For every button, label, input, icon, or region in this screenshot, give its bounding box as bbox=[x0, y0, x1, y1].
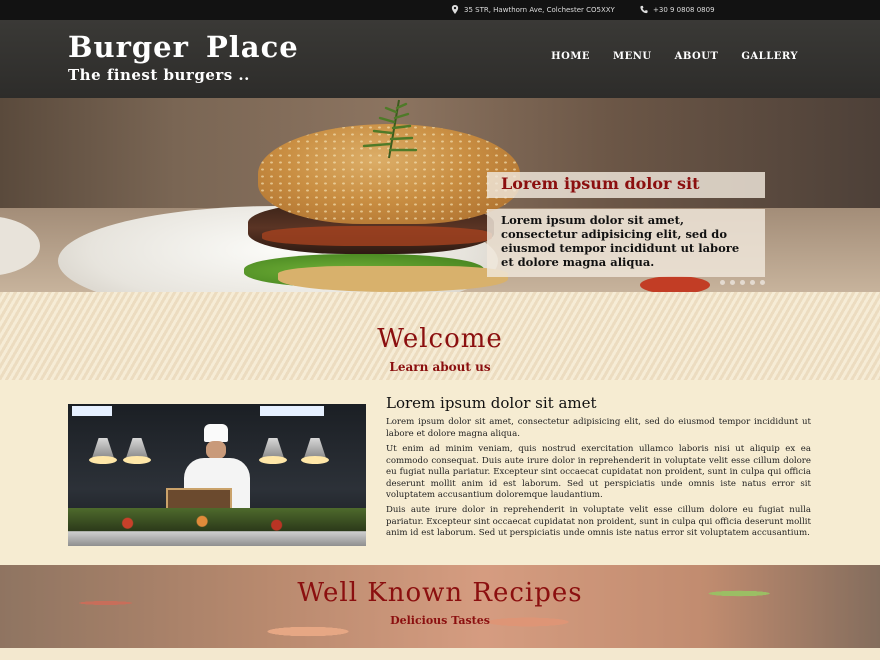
lamp-glow bbox=[301, 456, 329, 464]
article-title: Lorem ipsum dolor sit amet bbox=[386, 394, 597, 412]
article-paragraph: Ut enim ad minim veniam, quis nostrud ex… bbox=[386, 444, 811, 500]
recipes-title: Well Known Recipes bbox=[297, 578, 583, 608]
slider-dots bbox=[720, 280, 765, 285]
welcome-title: Welcome bbox=[377, 324, 503, 354]
lamp-glow bbox=[259, 456, 287, 464]
hero-slider[interactable]: Lorem ipsum dolor sit Lorem ipsum dolor … bbox=[0, 98, 880, 292]
nav-gallery[interactable]: GALLERY bbox=[741, 51, 798, 62]
heat-lamp bbox=[126, 438, 148, 458]
phone-icon bbox=[640, 5, 648, 14]
bottom-strip bbox=[0, 648, 880, 660]
burger-bacon bbox=[262, 226, 492, 246]
article-paragraph: Duis aute irure dolor in reprehenderit i… bbox=[386, 505, 811, 538]
address-item: 35 STR, Hawthorn Ave, Colchester CO5XXY bbox=[451, 5, 615, 14]
heat-lamp bbox=[262, 438, 284, 458]
hero-caption-title: Lorem ipsum dolor sit bbox=[501, 174, 700, 193]
address-text: 35 STR, Hawthorn Ave, Colchester CO5XXY bbox=[464, 5, 615, 14]
main-nav: HOME MENU ABOUT GALLERY bbox=[551, 51, 798, 62]
heat-lamp bbox=[304, 438, 326, 458]
map-pin-icon bbox=[451, 5, 459, 14]
rosemary-garnish bbox=[362, 99, 418, 159]
nav-home[interactable]: HOME bbox=[551, 51, 590, 62]
slider-dot[interactable] bbox=[750, 280, 755, 285]
hero-caption-body-box: Lorem ipsum dolor sit amet, consectetur … bbox=[487, 209, 765, 277]
lamp-glow bbox=[89, 456, 117, 464]
site-title[interactable]: Burger Place bbox=[68, 30, 299, 64]
ceiling-light bbox=[72, 406, 112, 416]
slider-dot[interactable] bbox=[740, 280, 745, 285]
recipes-subtitle: Delicious Tastes bbox=[390, 614, 490, 627]
site-tagline: The finest burgers .. bbox=[68, 66, 250, 84]
nav-menu[interactable]: MENU bbox=[613, 51, 652, 62]
contact-bar: 35 STR, Hawthorn Ave, Colchester CO5XXY … bbox=[0, 0, 880, 20]
lamp-glow bbox=[123, 456, 151, 464]
phone-text: +30 9 0808 0809 bbox=[653, 5, 715, 14]
site-header: Burger Place The finest burgers .. HOME … bbox=[0, 20, 880, 98]
hero-tomato bbox=[640, 276, 710, 292]
article-paragraph: Lorem ipsum dolor sit amet, consectetur … bbox=[386, 417, 811, 439]
ceiling-light bbox=[260, 406, 324, 416]
heat-lamp bbox=[92, 438, 114, 458]
nav-about[interactable]: ABOUT bbox=[675, 51, 719, 62]
slider-dot[interactable] bbox=[760, 280, 765, 285]
burger-bottom-bun bbox=[278, 266, 508, 292]
food-platter bbox=[68, 508, 366, 546]
chef-photo bbox=[68, 404, 366, 546]
welcome-subtitle: Learn about us bbox=[389, 360, 491, 374]
slider-dot[interactable] bbox=[720, 280, 725, 285]
slider-dot[interactable] bbox=[730, 280, 735, 285]
hero-caption-body: Lorem ipsum dolor sit amet, consectetur … bbox=[501, 213, 740, 269]
hero-caption-title-box: Lorem ipsum dolor sit bbox=[487, 172, 765, 198]
phone-item[interactable]: +30 9 0808 0809 bbox=[640, 5, 715, 14]
